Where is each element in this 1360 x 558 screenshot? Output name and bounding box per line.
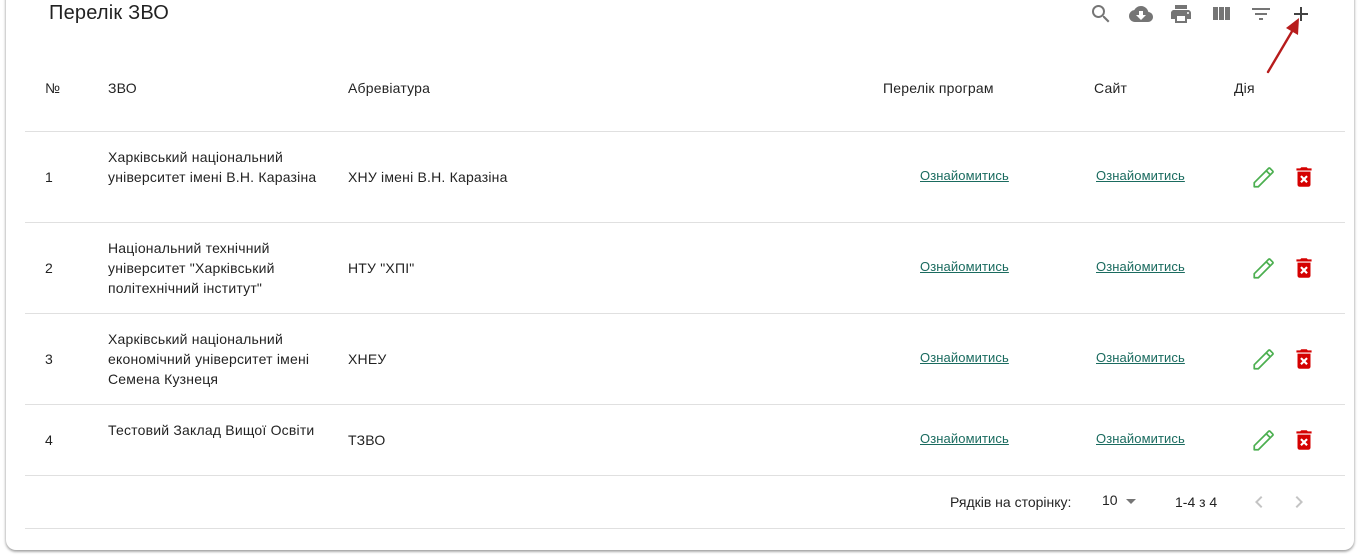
header-abbr: Абревіатура bbox=[348, 80, 431, 96]
page-title: Перелік ЗВО bbox=[49, 2, 170, 24]
trash-icon bbox=[1296, 258, 1312, 278]
header-num: № bbox=[45, 80, 61, 96]
row-abbr: ХНУ імені В.Н. Каразіна bbox=[348, 169, 508, 185]
programs-link[interactable]: Ознайомитись bbox=[920, 168, 1009, 183]
row-divider bbox=[25, 475, 1345, 476]
download-icon bbox=[1129, 5, 1153, 22]
row-divider bbox=[25, 404, 1345, 405]
site-link[interactable]: Ознайомитись bbox=[1096, 259, 1185, 274]
header-divider bbox=[25, 131, 1345, 132]
pencil-icon bbox=[1253, 349, 1274, 370]
row-num: 4 bbox=[45, 432, 53, 448]
header-site: Сайт bbox=[1094, 80, 1128, 96]
pagination-range: 1-4 з 4 bbox=[1175, 494, 1218, 510]
delete-button[interactable] bbox=[1290, 254, 1318, 282]
caret-down-icon bbox=[1126, 499, 1136, 504]
edit-button[interactable] bbox=[1250, 345, 1278, 373]
view-columns-button[interactable] bbox=[1209, 2, 1233, 26]
programs-link[interactable]: Ознайомитись bbox=[920, 259, 1009, 274]
row-num: 2 bbox=[45, 260, 53, 276]
chevron-left-icon bbox=[1255, 496, 1263, 508]
edit-button[interactable] bbox=[1250, 254, 1278, 282]
programs-link[interactable]: Ознайомитись bbox=[920, 431, 1009, 446]
header-programs: Перелік програм bbox=[883, 80, 994, 96]
delete-button[interactable] bbox=[1290, 163, 1318, 191]
row-name: Харківський національний економічний уні… bbox=[108, 331, 310, 387]
delete-button[interactable] bbox=[1290, 426, 1318, 454]
search-icon bbox=[1092, 5, 1110, 23]
programs-link[interactable]: Ознайомитись bbox=[920, 350, 1009, 365]
chevron-right-icon bbox=[1295, 496, 1303, 508]
trash-icon bbox=[1296, 430, 1312, 450]
download-button[interactable] bbox=[1129, 2, 1153, 26]
rows-per-page-value: 10 bbox=[1102, 492, 1118, 508]
print-button[interactable] bbox=[1169, 2, 1193, 26]
row-num: 3 bbox=[45, 351, 53, 367]
site-link[interactable]: Ознайомитись bbox=[1096, 168, 1185, 183]
header-action: Дія bbox=[1234, 80, 1255, 96]
pencil-icon bbox=[1253, 167, 1274, 188]
next-page-button[interactable] bbox=[1287, 490, 1311, 514]
rows-per-page-label: Рядків на сторінку: bbox=[950, 494, 1072, 510]
row-abbr: ХНЕУ bbox=[348, 351, 387, 367]
annotation-arrow bbox=[1266, 18, 1299, 74]
row-name: Тестовий Заклад Вищої Освіти bbox=[108, 422, 315, 438]
edit-button[interactable] bbox=[1250, 426, 1278, 454]
site-link[interactable]: Ознайомитись bbox=[1096, 431, 1185, 446]
pencil-icon bbox=[1253, 258, 1274, 279]
print-icon bbox=[1171, 5, 1191, 23]
row-name: Харківський національний університет іме… bbox=[108, 149, 317, 185]
edit-button[interactable] bbox=[1250, 163, 1278, 191]
header-name: ЗВО bbox=[108, 80, 137, 96]
row-abbr: ТЗВО bbox=[348, 432, 386, 448]
trash-icon bbox=[1296, 167, 1312, 187]
trash-icon bbox=[1296, 349, 1312, 369]
site-link[interactable]: Ознайомитись bbox=[1096, 350, 1185, 365]
delete-button[interactable] bbox=[1290, 345, 1318, 373]
view-columns-icon bbox=[1213, 7, 1230, 20]
row-num: 1 bbox=[45, 169, 53, 185]
prev-page-button[interactable] bbox=[1247, 490, 1271, 514]
row-abbr: НТУ "ХПІ" bbox=[348, 260, 415, 276]
row-divider bbox=[25, 313, 1345, 314]
rows-per-page-select[interactable]: 10 bbox=[1102, 492, 1142, 512]
footer-divider bbox=[25, 528, 1345, 529]
row-name: Національний технічний університет "Харк… bbox=[108, 240, 275, 296]
row-divider bbox=[25, 222, 1345, 223]
search-button[interactable] bbox=[1089, 2, 1113, 26]
pencil-icon bbox=[1253, 430, 1274, 451]
